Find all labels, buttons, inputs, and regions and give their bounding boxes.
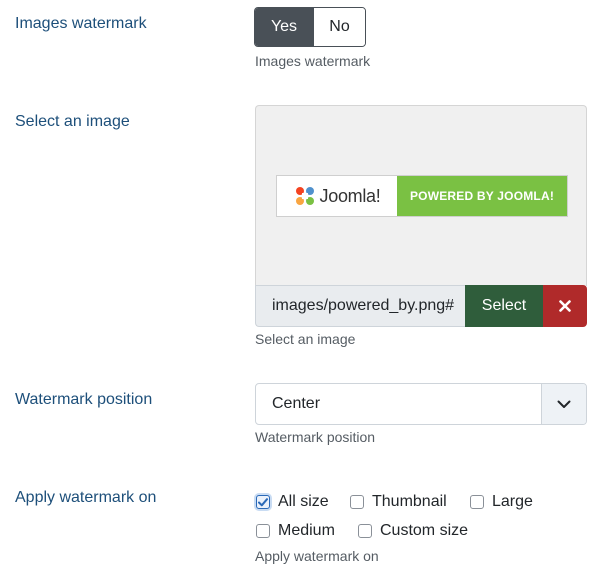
images-watermark-description: Images watermark	[255, 53, 371, 69]
checkbox-large-label: Large	[492, 493, 533, 510]
select-image-description: Select an image	[255, 331, 356, 347]
checkbox-medium-box[interactable]	[256, 524, 270, 538]
checkbox-medium[interactable]: Medium	[256, 522, 335, 540]
times-icon	[559, 300, 571, 312]
watermark-position-value: Center	[272, 395, 321, 412]
joomla-logo-icon	[295, 187, 314, 205]
image-path-field[interactable]: images/powered_by.png#	[255, 285, 465, 327]
watermark-position-label: Watermark position	[15, 391, 153, 408]
checkbox-medium-label: Medium	[278, 522, 335, 539]
checkbox-custom-size-label: Custom size	[380, 522, 469, 539]
checkbox-all-size-box[interactable]	[256, 495, 270, 509]
image-preview: Joomla! POWERED BY JOOMLA!	[255, 105, 587, 286]
checkbox-large-box[interactable]	[470, 495, 484, 509]
apply-watermark-label: Apply watermark on	[15, 489, 157, 506]
checkbox-all-size-label: All size	[278, 493, 329, 510]
images-watermark-switcher: Yes No	[254, 7, 366, 47]
checkbox-thumbnail-box[interactable]	[350, 495, 364, 509]
checkbox-thumbnail[interactable]: Thumbnail	[350, 493, 447, 511]
select-image-button[interactable]: Select	[465, 285, 543, 327]
joomla-logo-text: Joomla!	[319, 185, 381, 206]
media-input-group: images/powered_by.png# Select	[255, 285, 587, 327]
watermark-position-select[interactable]: Center	[255, 383, 587, 425]
watermark-position-description: Watermark position	[255, 429, 376, 445]
checkbox-all-size[interactable]: All size	[256, 493, 329, 511]
apply-watermark-description: Apply watermark on	[255, 548, 379, 564]
watermark-no-option[interactable]: No	[313, 8, 365, 46]
clear-image-button[interactable]	[543, 285, 587, 327]
checkbox-large[interactable]: Large	[470, 493, 533, 511]
select-image-label: Select an image	[15, 113, 130, 130]
checkbox-thumbnail-label: Thumbnail	[372, 493, 447, 510]
checkmark-icon	[258, 497, 268, 506]
chevron-down-icon[interactable]	[541, 384, 586, 424]
powered-by-text: POWERED BY JOOMLA!	[397, 176, 567, 216]
checkbox-custom-size[interactable]: Custom size	[358, 522, 468, 540]
images-watermark-label: Images watermark	[15, 15, 147, 32]
joomla-logo: Joomla!	[277, 176, 397, 216]
watermark-yes-option[interactable]: Yes	[255, 8, 313, 46]
checkbox-custom-size-box[interactable]	[358, 524, 372, 538]
joomla-powered-badge: Joomla! POWERED BY JOOMLA!	[276, 175, 568, 217]
